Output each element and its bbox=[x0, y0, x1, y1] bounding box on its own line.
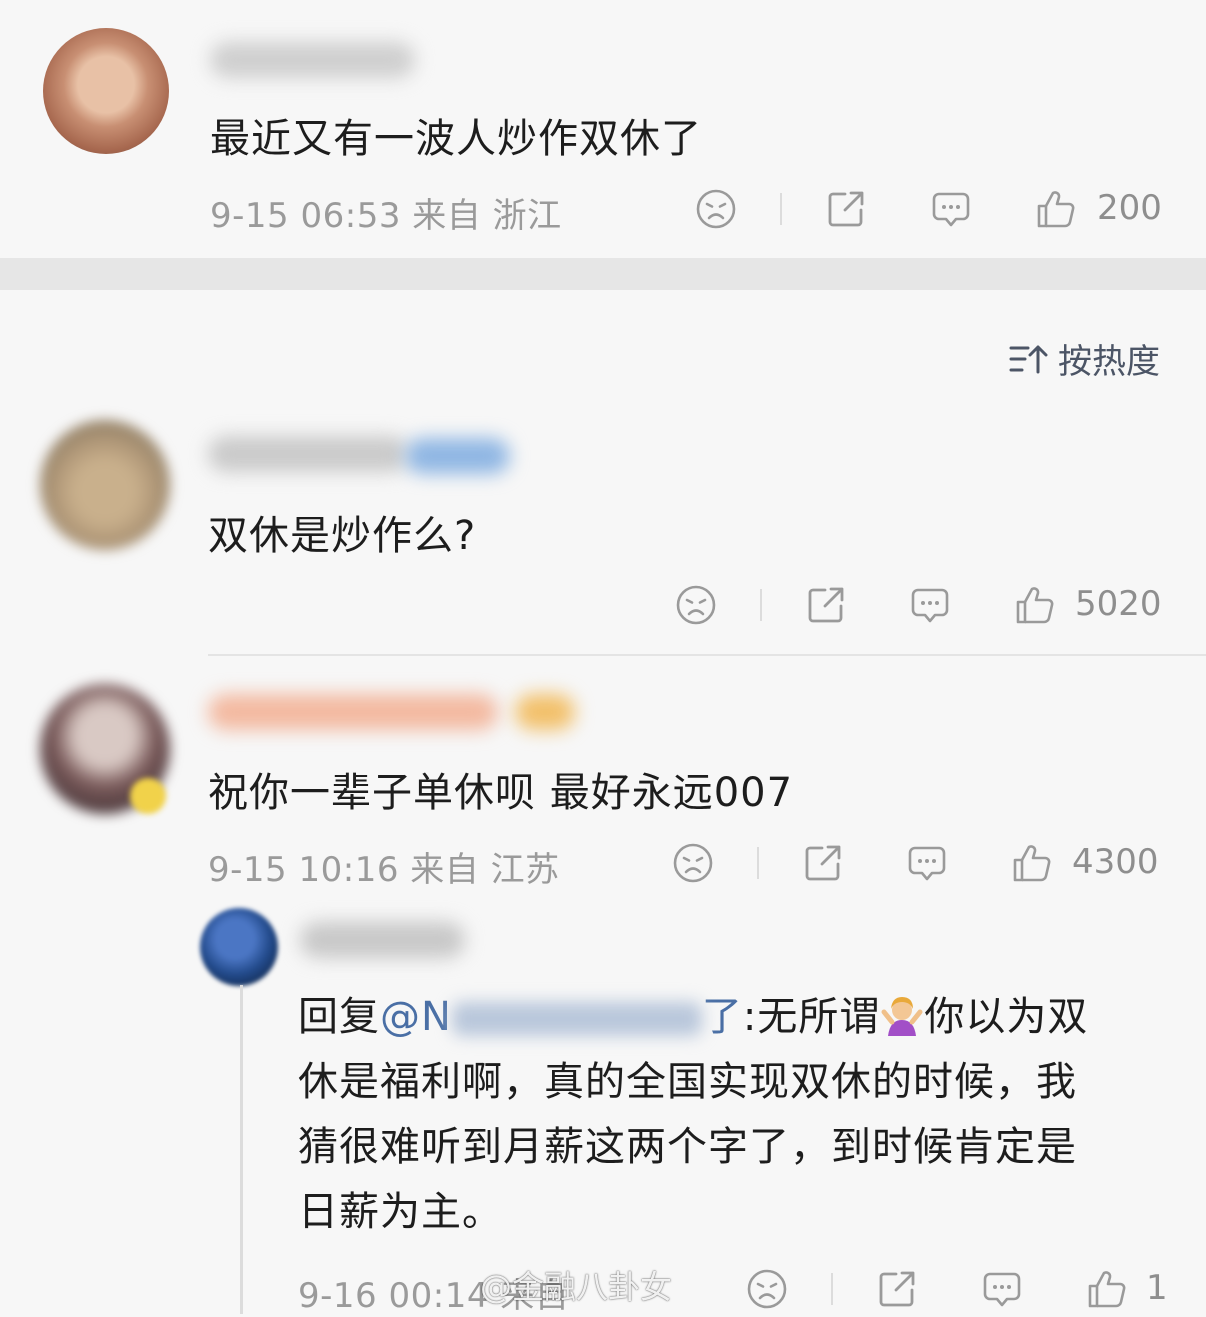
username-blurred[interactable] bbox=[208, 436, 408, 472]
comment-text: 双休是炒作么? bbox=[208, 513, 477, 559]
share-icon[interactable] bbox=[802, 842, 844, 884]
action-separator bbox=[780, 193, 782, 225]
user-badge-blurred bbox=[405, 438, 510, 474]
reply-line-1: 回复@N 了:无所谓 你以为双 bbox=[298, 994, 1089, 1040]
section-divider bbox=[0, 258, 1206, 290]
comment-text: 祝你一辈子单休呗 最好永远007 bbox=[208, 770, 794, 816]
comment-bubble-icon[interactable] bbox=[930, 188, 972, 230]
sad-face-icon[interactable] bbox=[746, 1268, 788, 1310]
comment-text: 最近又有一波人炒作双休了 bbox=[210, 116, 702, 162]
weibo-watermark: @金融八卦女 bbox=[480, 1268, 673, 1306]
share-icon[interactable] bbox=[805, 584, 847, 626]
avatar[interactable] bbox=[40, 420, 170, 550]
comment-meta: 9-15 10:16 来自 江苏 bbox=[208, 850, 560, 890]
sad-face-icon[interactable] bbox=[672, 842, 714, 884]
thumbs-up-icon[interactable] bbox=[1011, 842, 1053, 884]
avatar[interactable] bbox=[43, 28, 169, 154]
thumbs-up-icon[interactable] bbox=[1035, 188, 1077, 230]
sad-face-icon[interactable] bbox=[675, 584, 717, 626]
comment-divider bbox=[208, 654, 1206, 656]
reply-line-2: 休是福利啊，真的全国实现双休的时候，我 bbox=[298, 1059, 1077, 1105]
username-blurred[interactable] bbox=[210, 42, 415, 78]
action-separator bbox=[831, 1273, 833, 1305]
person-shrugging-emoji-icon bbox=[881, 997, 923, 1036]
comment-bubble-icon[interactable] bbox=[909, 584, 951, 626]
username-blurred[interactable] bbox=[300, 922, 465, 958]
thumbs-up-icon[interactable] bbox=[1014, 584, 1056, 626]
mention-link[interactable]: @N 了 bbox=[380, 994, 743, 1040]
share-icon[interactable] bbox=[825, 188, 867, 230]
sort-label: 按热度 bbox=[1058, 342, 1160, 382]
comment-bubble-icon[interactable] bbox=[906, 842, 948, 884]
action-separator bbox=[760, 589, 762, 621]
user-badge-blurred bbox=[515, 694, 575, 730]
comment-bubble-icon[interactable] bbox=[981, 1268, 1023, 1310]
action-separator bbox=[757, 847, 759, 879]
thumbs-up-icon[interactable] bbox=[1086, 1268, 1128, 1310]
share-icon[interactable] bbox=[876, 1268, 918, 1310]
like-count: 4300 bbox=[1072, 842, 1159, 882]
sort-icon bbox=[1009, 345, 1048, 373]
avatar[interactable] bbox=[200, 908, 278, 986]
reply-line-4: 日薪为主。 bbox=[298, 1189, 503, 1235]
reply-line-3: 猜很难听到月薪这两个字了，到时候肯定是 bbox=[298, 1124, 1077, 1170]
reply-thread-line bbox=[240, 985, 243, 1314]
username-blurred[interactable] bbox=[208, 694, 498, 730]
sort-toggle[interactable]: 按热度 bbox=[1008, 334, 1160, 383]
like-count: 1 bbox=[1146, 1268, 1168, 1308]
sad-face-icon[interactable] bbox=[695, 188, 737, 230]
comment-meta: 9-15 06:53 来自 浙江 bbox=[210, 196, 562, 236]
like-count: 5020 bbox=[1075, 584, 1162, 624]
reply-text: 回复@N 了:无所谓 你以为双 休是福利啊，真的全国实现双休的时候，我 猜很难听到… bbox=[298, 985, 1158, 1245]
mention-blurred bbox=[451, 1002, 702, 1036]
vip-badge bbox=[130, 778, 166, 814]
like-count: 200 bbox=[1097, 188, 1162, 228]
